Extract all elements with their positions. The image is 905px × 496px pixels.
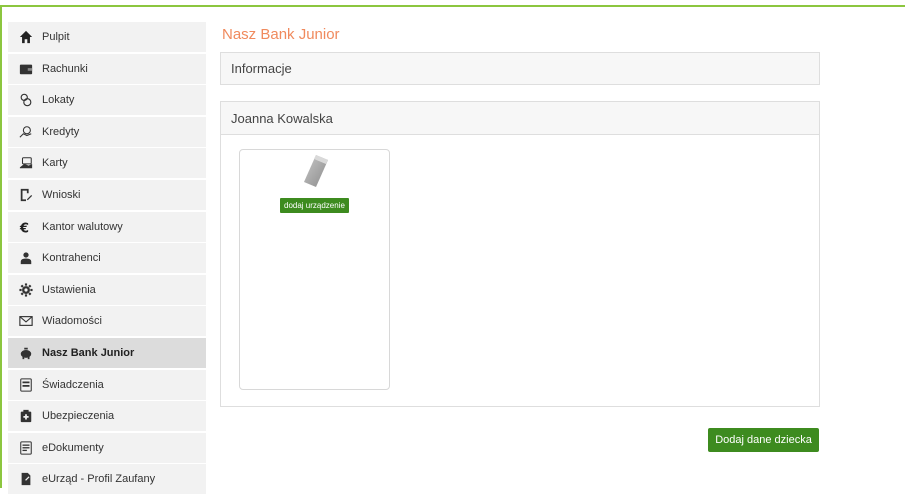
child-panel-header: Joanna Kowalska: [221, 102, 819, 135]
form-icon: [18, 187, 34, 203]
profile-icon: [18, 471, 34, 487]
sidebar-item-pulpit[interactable]: Pulpit: [8, 22, 206, 52]
coins-icon: [18, 92, 34, 108]
contacts-icon: [18, 250, 34, 266]
child-name: Joanna Kowalska: [231, 110, 333, 126]
sidebar-item-wnioski[interactable]: Wnioski: [8, 179, 206, 210]
sidebar-item-kontrahenci[interactable]: Kontrahenci: [8, 243, 206, 274]
info-panel-title: Informacje: [231, 61, 292, 76]
sidebar-item-label: Wiadomości: [42, 315, 102, 328]
wallet-icon: [18, 61, 34, 77]
sidebar-item-label: Rachunki: [42, 62, 88, 75]
sidebar-item-label: Kredyty: [42, 125, 80, 138]
sidebar-item-ubezpieczenia[interactable]: Ubezpieczenia: [8, 401, 206, 432]
sidebar-item-wiadomosci[interactable]: Wiadomości: [8, 306, 206, 337]
sidebar-item-label: Świadczenia: [42, 378, 104, 391]
sidebar-item-label: eDokumenty: [42, 441, 104, 454]
device-card: dodaj urządzenie: [239, 149, 390, 390]
add-device-button[interactable]: dodaj urządzenie: [280, 198, 349, 213]
home-icon: [18, 29, 34, 45]
frame-left-border: [0, 5, 2, 488]
sidebar-item-ustawienia[interactable]: Ustawienia: [8, 274, 206, 305]
svg-text:€: €: [19, 221, 29, 234]
gear-icon: [18, 282, 34, 298]
frame-top-border: [0, 5, 905, 7]
sidebar-item-label: Ustawienia: [42, 283, 96, 296]
phone-icon: [302, 154, 330, 188]
sidebar-item-label: Nasz Bank Junior: [42, 346, 135, 359]
sidebar-item-kantor-walutowy[interactable]: € Kantor walutowy: [8, 211, 206, 242]
sidebar-item-label: Lokaty: [42, 94, 75, 107]
card-hand-icon: [18, 155, 34, 171]
sidebar-item-nasz-bank-junior[interactable]: Nasz Bank Junior: [8, 337, 206, 368]
envelope-icon: [18, 313, 34, 329]
info-panel[interactable]: Informacje: [220, 52, 820, 85]
sidebar-item-karty[interactable]: Karty: [8, 148, 206, 179]
sidebar-item-label: Karty: [42, 157, 68, 170]
sidebar-item-edokumenty[interactable]: eDokumenty: [8, 432, 206, 463]
sidebar-item-kredyty[interactable]: Kredyty: [8, 116, 206, 147]
sidebar-item-label: Kantor walutowy: [42, 220, 123, 233]
benefits-icon: [18, 377, 34, 393]
sidebar-item-label: Ubezpieczenia: [42, 410, 115, 423]
euro-icon: €: [18, 219, 34, 235]
sidebar-item-label: Kontrahenci: [42, 252, 101, 265]
page-title: Nasz Bank Junior: [222, 26, 340, 43]
hand-money-icon: [18, 124, 34, 140]
sidebar-item-label: Wnioski: [42, 188, 81, 201]
add-child-data-button[interactable]: Dodaj dane dziecka: [708, 428, 819, 452]
sidebar-item-rachunki[interactable]: Rachunki: [8, 53, 206, 84]
sidebar-item-swiadczenia[interactable]: Świadczenia: [8, 369, 206, 400]
piggy-bank-icon: [18, 345, 34, 361]
insurance-icon: [18, 408, 34, 424]
sidebar-item-lokaty[interactable]: Lokaty: [8, 85, 206, 116]
sidebar: Pulpit Rachunki Lokaty Kredyty Karty Wni…: [8, 22, 206, 496]
sidebar-item-eurzad-profil-zaufany[interactable]: eUrząd - Profil Zaufany: [8, 464, 206, 495]
sidebar-item-label: eUrząd - Profil Zaufany: [42, 473, 156, 486]
documents-icon: [18, 440, 34, 456]
sidebar-item-label: Pulpit: [42, 31, 70, 43]
